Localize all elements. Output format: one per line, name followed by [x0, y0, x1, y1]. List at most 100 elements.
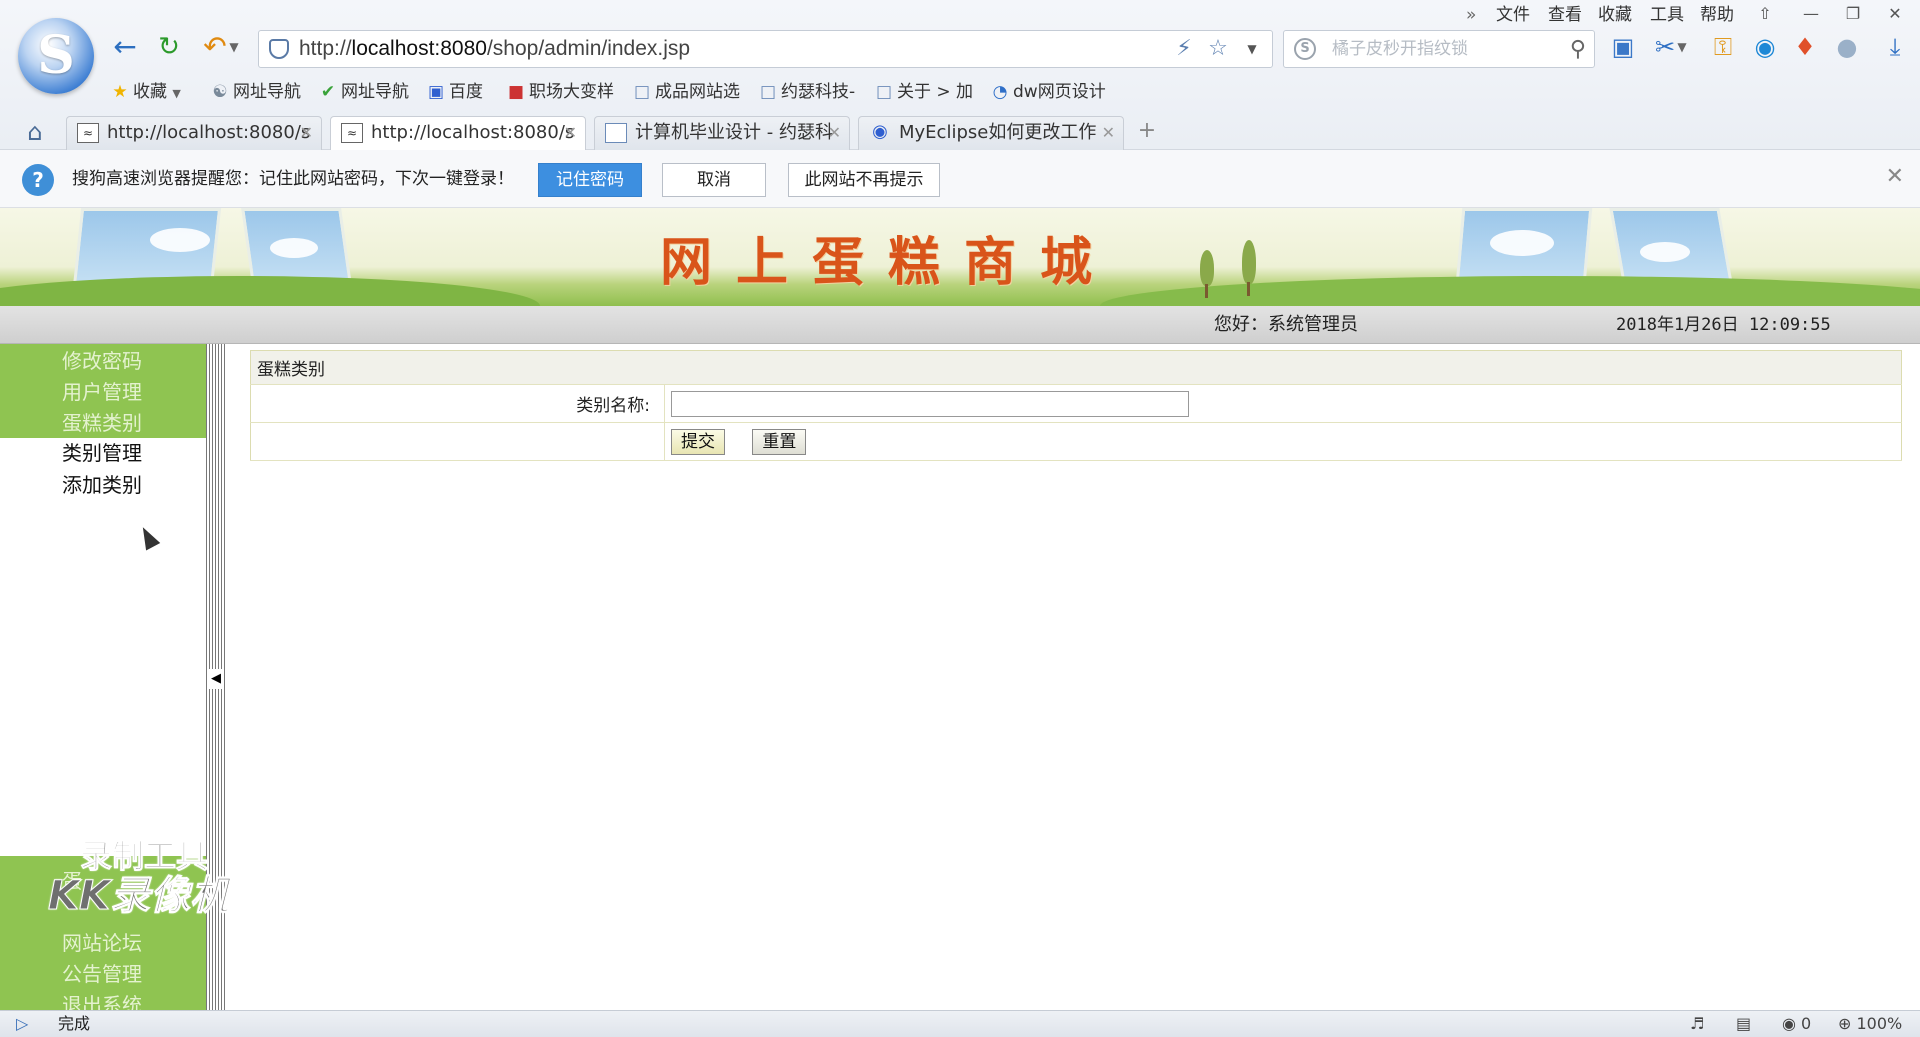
tab-close-icon[interactable]: ✕	[828, 117, 841, 149]
tree-shape	[1200, 250, 1214, 286]
category-name-label: 类别名称:	[250, 384, 665, 423]
tree-shape	[1242, 240, 1256, 284]
back-arrow-icon[interactable]: ←	[108, 30, 142, 64]
plugin-icon[interactable]: ●	[1832, 32, 1862, 62]
fav-item-favorites[interactable]: ★ 收藏 ▼	[110, 78, 181, 106]
favorites-bar: ★ 收藏 ▼ ☯ 网址导航 ✔ 网址导航 ▣ 百度 ■ 职场大变样 □ 成品网站选 □ 约瑟科…	[110, 78, 1110, 106]
tab-close-icon[interactable]: ✕	[1102, 117, 1115, 149]
screen-capture-icon[interactable]: ◉	[1750, 32, 1780, 62]
key-icon[interactable]: ⚿	[1708, 32, 1738, 62]
key-hint-icon: ?	[22, 164, 54, 196]
sidebar-toggle-icon[interactable]: ▣	[1608, 32, 1638, 62]
ad-block-icon[interactable]: ◉ 0	[1782, 1013, 1811, 1035]
zoom-control[interactable]: ⊕ 100%	[1838, 1013, 1902, 1035]
shield-icon	[269, 39, 289, 59]
menu-file[interactable]: 文件	[1496, 2, 1530, 28]
download-icon[interactable]: ⤓	[1880, 32, 1910, 62]
cloud-shape	[1490, 230, 1554, 256]
hill-shape	[0, 276, 540, 306]
tab-myeclipse[interactable]: ◉ MyEclipse如何更改工作 ✕	[858, 116, 1124, 150]
lightning-icon[interactable]: ⚡	[1170, 34, 1198, 64]
hao-icon: ✔	[320, 82, 336, 102]
star-outline-icon[interactable]: ☆	[1204, 34, 1232, 64]
restore-button[interactable]: ❐	[1838, 2, 1868, 26]
tab-graduation-design[interactable]: 计算机毕业设计 - 约瑟科 ✕	[594, 116, 850, 150]
tab-close-icon[interactable]: ✕	[300, 117, 313, 149]
tree-trunk-shape	[1247, 282, 1250, 296]
address-dropdown-icon[interactable]: ▼	[1238, 34, 1266, 64]
category-name-input[interactable]	[671, 390, 1189, 417]
address-bar[interactable]: http://localhost:8080/shop/admin/index.j…	[258, 30, 1273, 68]
sidebar-panel-icon[interactable]: ▷	[16, 1013, 28, 1035]
search-placeholder: 橘子皮秒开指纹锁	[1332, 39, 1468, 59]
fav-item-about[interactable]: □ 关于 > 加	[874, 78, 973, 106]
doc-icon: □	[875, 82, 893, 102]
sogou-search-icon: S	[1294, 38, 1316, 60]
menu-tools[interactable]: 工具	[1650, 2, 1684, 28]
fav-item-sites[interactable]: □ 成品网站选	[632, 78, 740, 106]
tab-close-icon[interactable]: ✕	[564, 117, 577, 149]
status-text: 完成	[58, 1014, 91, 1033]
tab-localhost-2[interactable]: ≈ http://localhost:8080/s ✕	[330, 116, 586, 150]
search-icon[interactable]: ⚲	[1570, 37, 1586, 62]
doc-icon: □	[759, 82, 777, 102]
menu-view[interactable]: 查看	[1548, 2, 1582, 28]
browser-chrome: S ← ↻ ↶ ▼ http://localhost:8080/shop/adm…	[0, 0, 1920, 150]
submit-button[interactable]: 提交	[671, 428, 725, 455]
scissors-dropdown-icon[interactable]: ▼	[1674, 32, 1690, 62]
collapse-arrow-icon[interactable]: ◀	[209, 669, 223, 689]
doc-icon	[605, 123, 627, 143]
page-icon: ≈	[77, 123, 99, 143]
close-icon[interactable]: ✕	[1886, 164, 1904, 189]
zoom-icon: ⊕	[1838, 1014, 1852, 1033]
password-notice-bar: ? 搜狗高速浏览器提醒您：记住此网站密码，下次一键登录！ 记住密码 取消 此网站…	[0, 150, 1920, 208]
menu-favorites[interactable]: 收藏	[1598, 2, 1632, 28]
close-window-button[interactable]: ✕	[1880, 2, 1910, 26]
datetime-text: 2018年1月26日 12:09:55	[1616, 315, 1831, 335]
never-remind-button[interactable]: 此网站不再提示	[788, 163, 940, 197]
fav-item-nav2[interactable]: ✔ 网址导航	[318, 78, 409, 106]
speaker-icon[interactable]: ♬	[1690, 1013, 1704, 1035]
sidebar-item-change-password[interactable]: 修改密码	[62, 346, 142, 376]
url-text[interactable]: http://localhost:8080/shop/admin/index.j…	[299, 31, 690, 67]
form-header-row: 蛋糕类别	[250, 350, 1902, 385]
fav-item-career[interactable]: ■ 职场大变样	[506, 78, 614, 106]
minimize-button[interactable]: —	[1796, 2, 1826, 26]
home-icon[interactable]: ⌂	[20, 118, 50, 146]
game-icon[interactable]: ♦	[1790, 32, 1820, 62]
refresh-icon[interactable]: ↻	[152, 30, 186, 64]
toolbox-icon[interactable]: ▤	[1736, 1013, 1751, 1035]
category-form: 蛋糕类别 类别名称: 提交 重置	[250, 350, 1902, 461]
sidebar-item-forum[interactable]: 网站论坛	[62, 928, 142, 958]
sogou-logo[interactable]: S	[18, 18, 94, 94]
fav-item-baidu[interactable]: ▣ 百度	[426, 78, 483, 106]
site-title: 网上蛋糕商城	[660, 232, 1117, 293]
skin-icon[interactable]: ⇧	[1750, 2, 1780, 26]
sidebar-splitter[interactable]: ◀	[206, 344, 226, 1010]
remember-password-button[interactable]: 记住密码	[538, 163, 642, 197]
sidebar-subitem-add-category[interactable]: 添加类别	[62, 470, 142, 500]
menu-help[interactable]: 帮助	[1700, 2, 1734, 28]
reset-button[interactable]: 重置	[752, 428, 807, 455]
notice-text: 搜狗高速浏览器提醒您：记住此网站密码，下次一键登录！	[72, 169, 514, 189]
more-chevrons-icon[interactable]: »	[1466, 2, 1476, 28]
tab-localhost-1[interactable]: ≈ http://localhost:8080/s ✕	[66, 116, 322, 150]
undo-dropdown-icon[interactable]: ▼	[226, 30, 242, 64]
sidebar-item-announcements[interactable]: 公告管理	[62, 959, 142, 989]
form-section-title: 蛋糕类别	[250, 350, 1902, 385]
cancel-button[interactable]: 取消	[662, 163, 766, 197]
fav-item-yuese[interactable]: □ 约瑟科技-	[758, 78, 855, 106]
greeting-text: 您好：系统管理员	[1214, 314, 1358, 335]
sidebar-item-hidden[interactable]: 蛋	[62, 866, 82, 896]
new-tab-icon[interactable]: +	[1132, 118, 1162, 146]
form-field-row: 类别名称:	[250, 384, 1902, 423]
fav-item-nav1[interactable]: ☯ 网址导航	[210, 78, 301, 106]
baidu-paw-icon: ◉	[872, 121, 888, 142]
baidu-icon: ▣	[427, 82, 445, 102]
fav-item-dw[interactable]: ◔ dw网页设计	[990, 78, 1106, 106]
sidebar-item-cake-category[interactable]: 蛋糕类别	[62, 408, 142, 438]
search-box[interactable]: S 橘子皮秒开指纹锁 ⚲	[1283, 30, 1595, 68]
info-strip: 您好：系统管理员 2018年1月26日 12:09:55	[0, 306, 1920, 344]
sidebar-subitem-category-management[interactable]: 类别管理	[62, 438, 142, 468]
sidebar-item-user-management[interactable]: 用户管理	[62, 377, 142, 407]
